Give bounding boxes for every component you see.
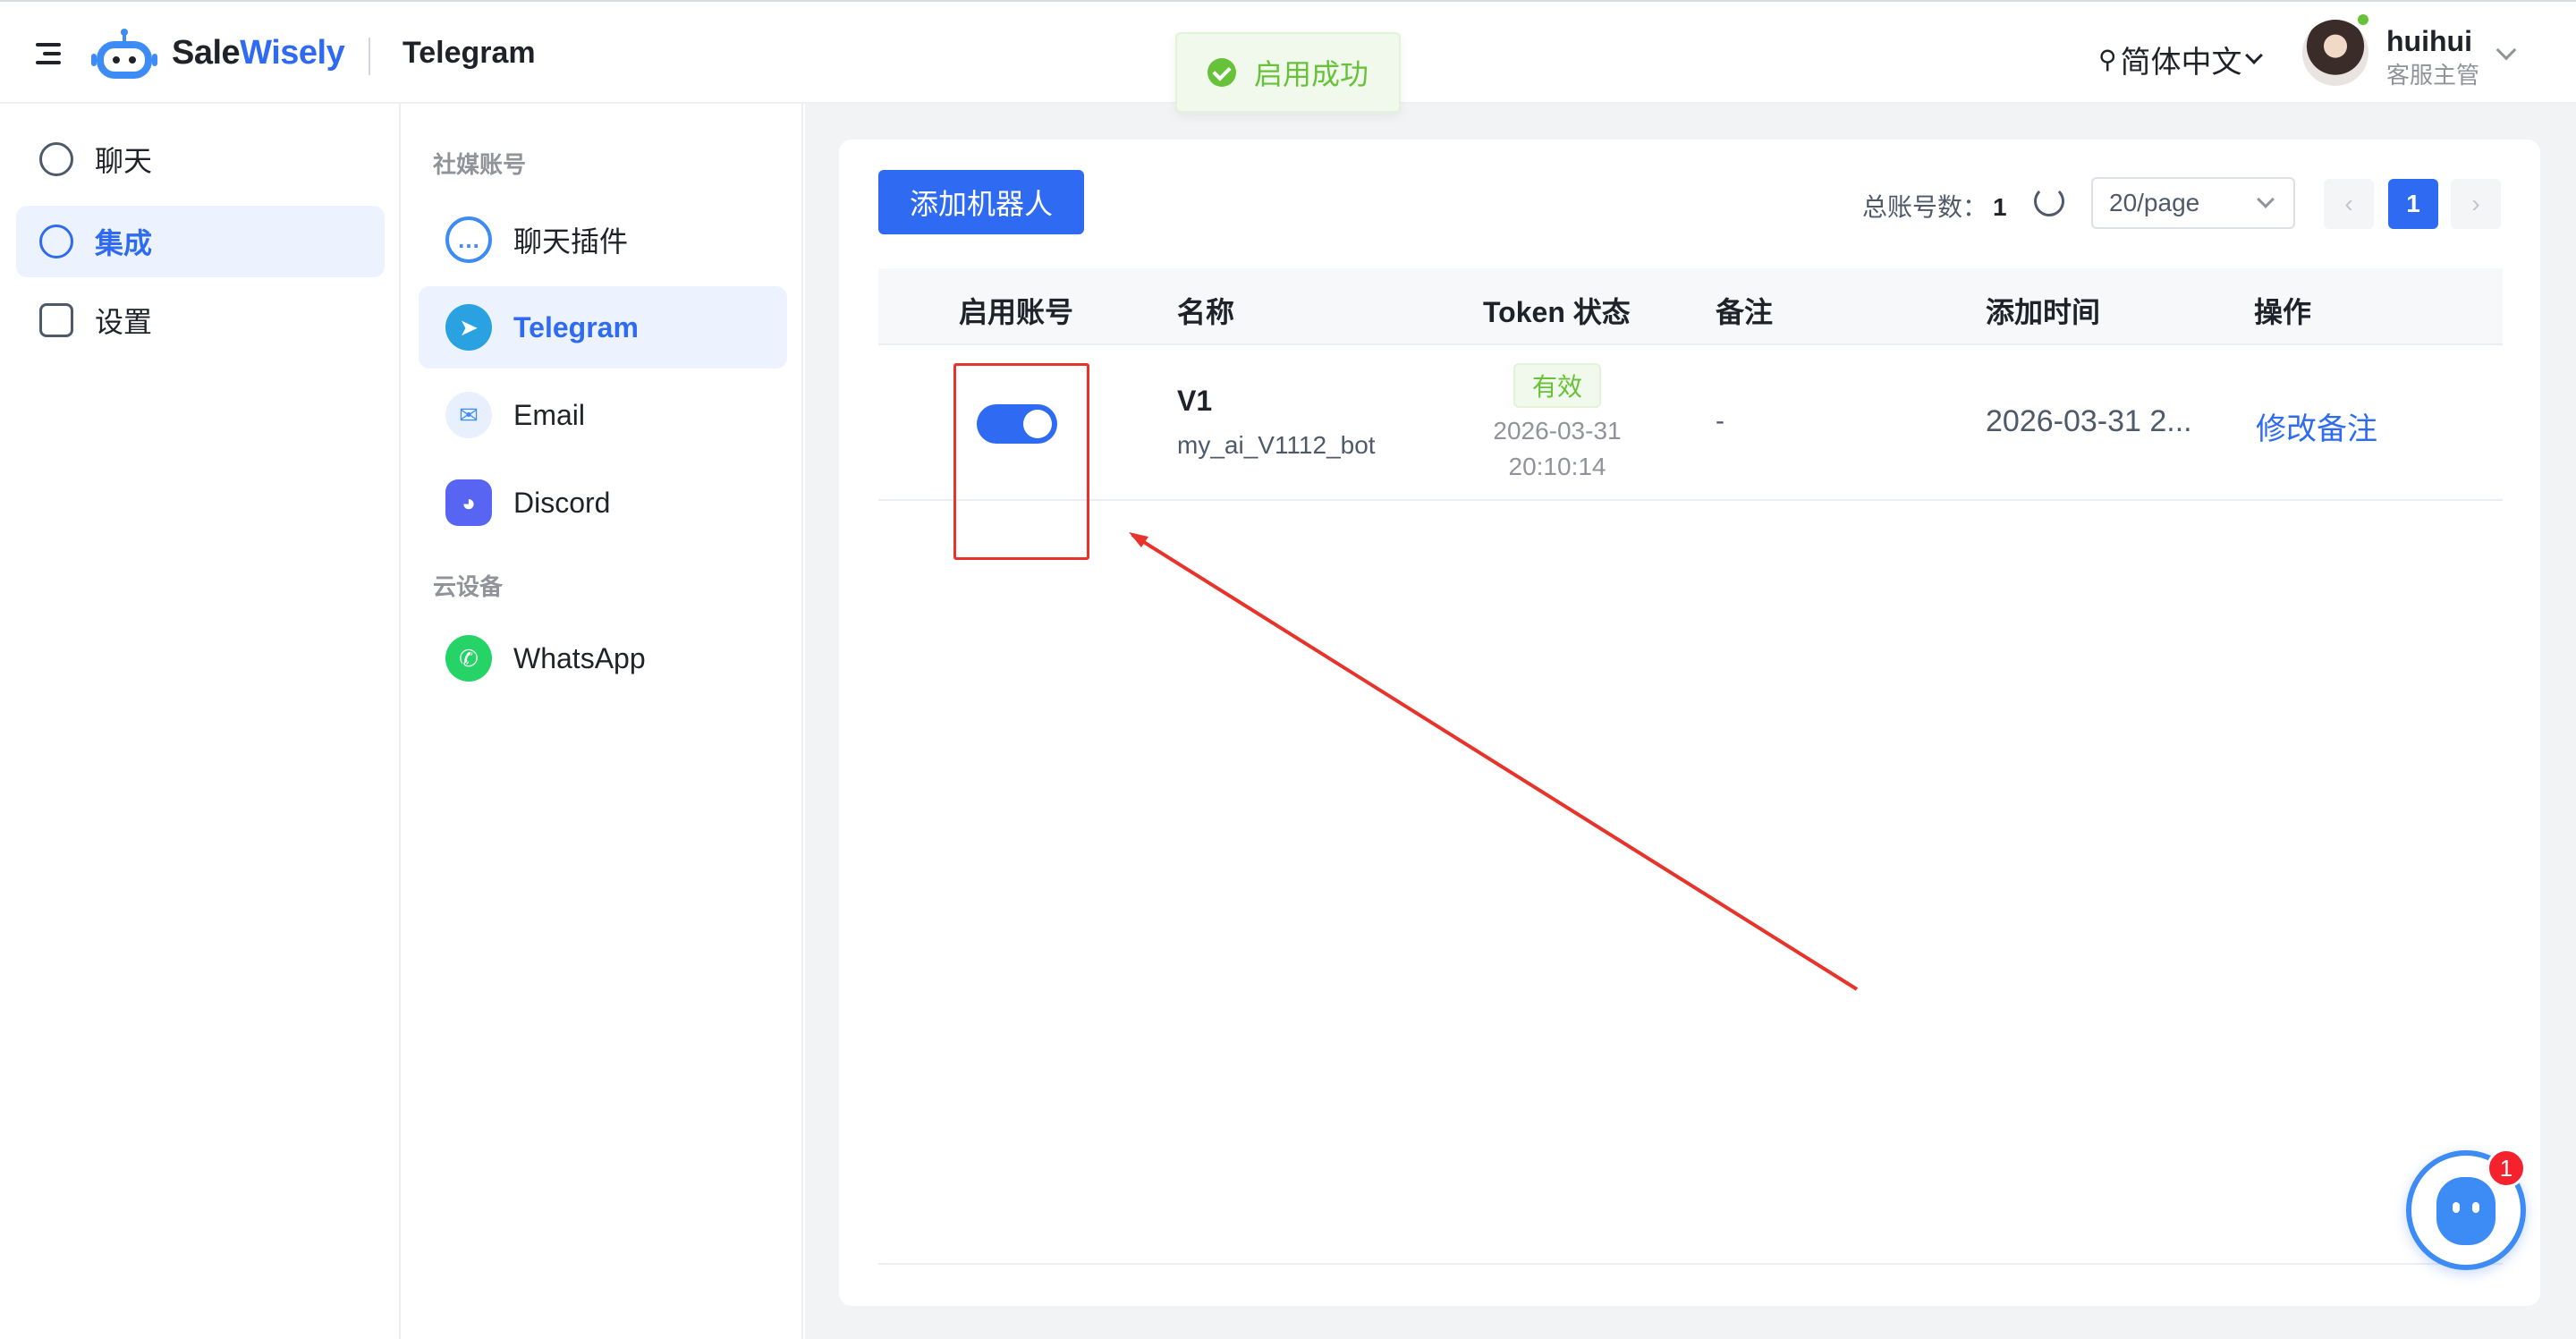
check-circle-icon xyxy=(1208,58,1236,87)
column-header-remark: 备注 xyxy=(1716,296,1774,328)
token-status-time: 2026-03-31 20:10:14 xyxy=(1493,417,1622,480)
support-agent-icon xyxy=(2436,1177,2496,1245)
sidebar-item-label: 聊天 xyxy=(95,145,153,177)
sidebar-item-label: 集成 xyxy=(95,227,153,259)
telegram-icon: ➤ xyxy=(445,304,492,351)
column-header-actions: 操作 xyxy=(2254,296,2312,328)
column-header-token-status: Token 状态 xyxy=(1483,296,1631,328)
chat-plugin-icon: … xyxy=(445,216,492,263)
brand-part-1: Sale xyxy=(172,34,241,72)
column-header-name: 名称 xyxy=(1177,296,1235,328)
username[interactable]: huihui xyxy=(2386,25,2472,58)
channel-item-telegram[interactable]: ➤ Telegram xyxy=(419,286,787,369)
table-header: 启用账号 名称 Token 状态 备注 添加时间 操作 xyxy=(878,268,2503,345)
column-header-added-time: 添加时间 xyxy=(1986,296,2101,328)
notification-badge: 1 xyxy=(2487,1148,2526,1188)
channel-item-chat-plugin[interactable]: … 聊天插件 xyxy=(419,199,787,281)
chevron-down-icon xyxy=(2244,46,2263,64)
page-number-button[interactable]: 1 xyxy=(2388,179,2438,229)
channel-item-whatsapp[interactable]: ✆ WhatsApp xyxy=(419,617,787,699)
bot-username: my_ai_V1112_bot xyxy=(1177,431,1376,459)
chat-bubble-icon xyxy=(39,142,73,176)
channel-label: 聊天插件 xyxy=(513,225,629,258)
remark-value: - xyxy=(1716,406,1724,436)
success-toast: 启用成功 xyxy=(1175,32,1401,113)
channel-label: Telegram xyxy=(513,310,639,343)
prev-page-button[interactable]: ‹ xyxy=(2324,179,2374,229)
avatar[interactable] xyxy=(2302,20,2368,86)
token-status-badge: 有效 xyxy=(1513,363,1601,408)
email-icon: ✉ xyxy=(445,392,492,438)
channel-sidebar: 社媒账号 … 聊天插件 ➤ Telegram ✉ Email ◕ Discord… xyxy=(402,104,803,1339)
sidebar-item-label: 设置 xyxy=(95,306,153,338)
user-role: 客服主管 xyxy=(2386,62,2480,89)
table-footer-divider xyxy=(878,1263,2503,1265)
link-icon xyxy=(39,225,73,258)
group-label-cloud-devices: 云设备 xyxy=(433,573,504,600)
chevron-down-icon xyxy=(2257,191,2275,208)
annotation-highlight-box xyxy=(953,363,1089,560)
toast-message: 启用成功 xyxy=(1254,58,1369,90)
discord-icon: ◕ xyxy=(445,479,492,526)
group-label-social: 社媒账号 xyxy=(433,151,527,178)
page-size-select[interactable]: 20/page xyxy=(2091,177,2295,229)
channel-label: WhatsApp xyxy=(513,641,646,674)
edit-remark-link[interactable]: 修改备注 xyxy=(2256,404,2377,448)
sidebar-item-settings[interactable]: 设置 xyxy=(16,284,385,356)
total-accounts: 总账号数： 1 xyxy=(1862,188,2007,224)
page-size-value: 20/page xyxy=(2109,189,2200,216)
brand-logo-text[interactable]: SaleWisely xyxy=(172,34,345,72)
channel-label: Email xyxy=(513,398,586,431)
whatsapp-icon: ✆ xyxy=(445,635,492,682)
page-title: Telegram xyxy=(402,36,536,70)
bot-name: V1 xyxy=(1177,385,1213,417)
settings-icon xyxy=(39,303,73,337)
header-divider xyxy=(369,38,370,75)
channel-label: Discord xyxy=(513,486,611,519)
language-selector[interactable]: ⚲ 简体中文 xyxy=(2098,38,2263,81)
sidebar-item-chat[interactable]: 聊天 xyxy=(16,123,385,195)
added-time-value: 2026-03-31 2... xyxy=(1986,404,2192,438)
primary-sidebar: 聊天 集成 设置 xyxy=(0,104,401,1339)
user-menu-chevron-icon[interactable] xyxy=(2496,39,2517,61)
total-accounts-label: 总账号数： xyxy=(1862,193,1988,221)
channel-item-discord[interactable]: ◕ Discord xyxy=(419,462,787,544)
robot-logo-icon xyxy=(91,29,157,79)
online-status-dot xyxy=(2356,13,2370,27)
next-page-button[interactable]: › xyxy=(2451,179,2501,229)
translate-icon: ⚲ xyxy=(2098,46,2117,73)
sidebar-item-integrations[interactable]: 集成 xyxy=(16,206,385,277)
language-label: 简体中文 xyxy=(2120,46,2242,80)
refresh-icon[interactable] xyxy=(2034,186,2064,216)
total-accounts-value: 1 xyxy=(1993,193,2007,221)
add-bot-button[interactable]: 添加机器人 xyxy=(878,170,1084,234)
column-header-enabled: 启用账号 xyxy=(959,296,1074,328)
brand-part-2: Wisely xyxy=(240,34,345,72)
channel-item-email[interactable]: ✉ Email xyxy=(419,374,787,456)
menu-toggle-icon[interactable] xyxy=(36,43,61,64)
